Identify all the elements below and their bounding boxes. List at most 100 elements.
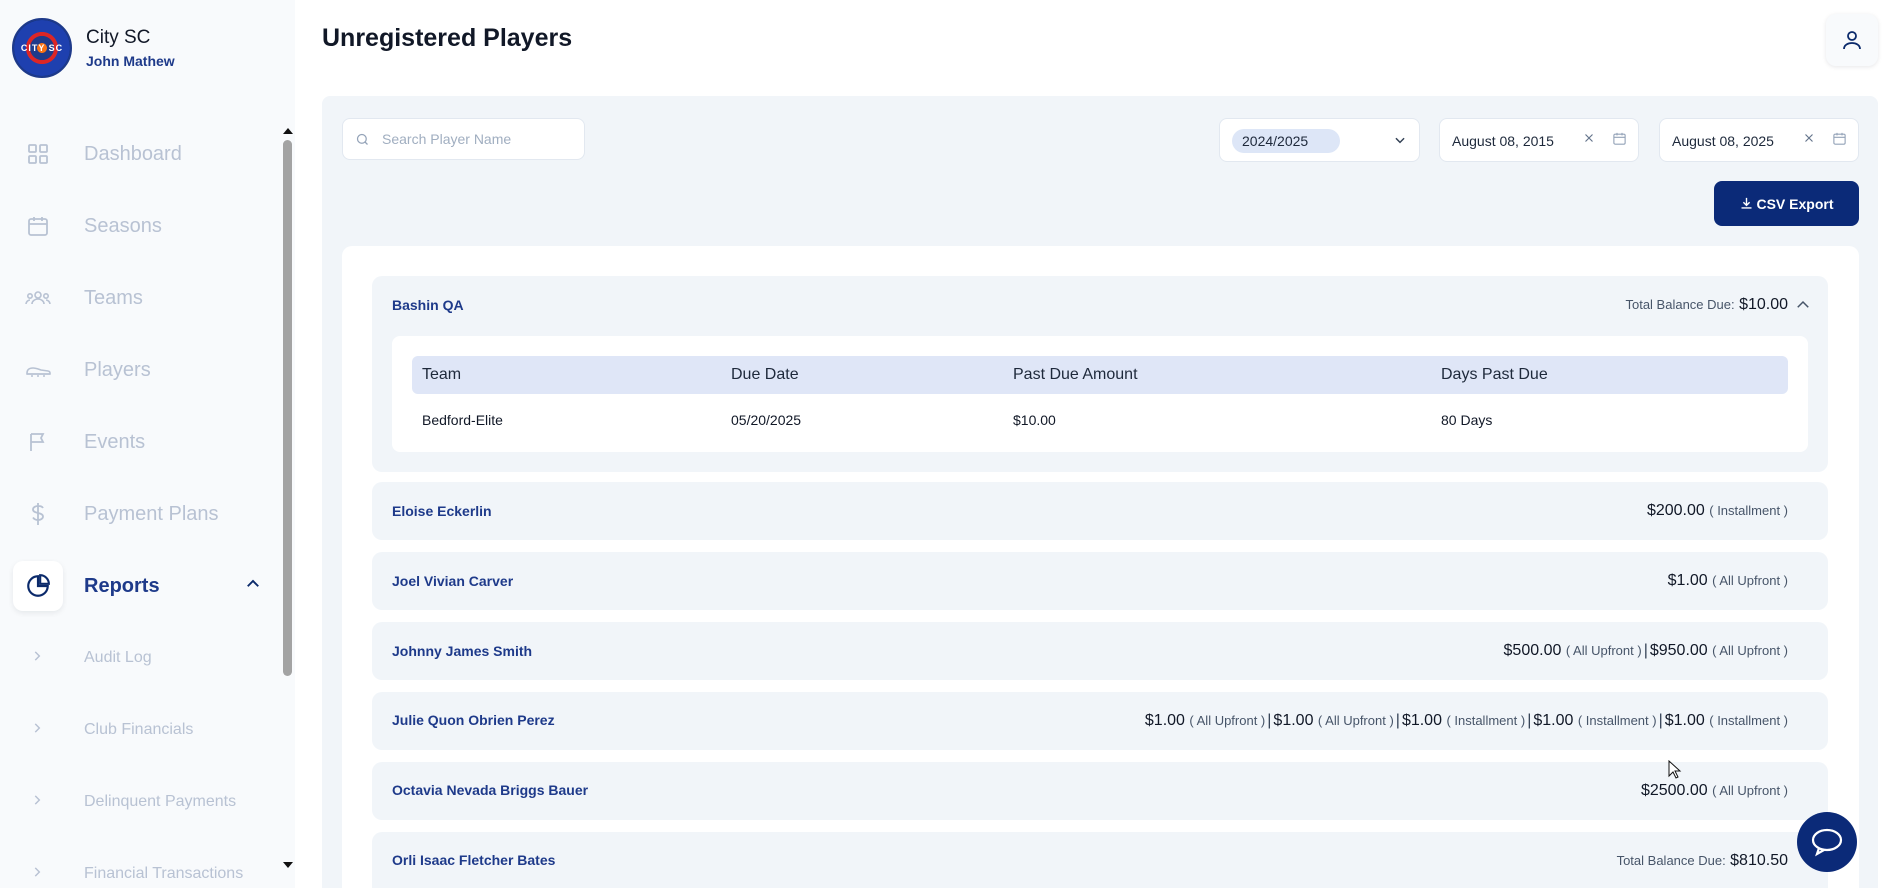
amount-value: $500.00 (1503, 642, 1562, 659)
amount-value: $950.00 (1649, 642, 1708, 659)
amount-summary: $1.00 ( All Upfront ) (1668, 572, 1788, 590)
player-name[interactable]: Bashin QA (392, 297, 464, 313)
cell-days-past-due: 80 Days (1441, 412, 1493, 428)
list-item[interactable]: Octavia Nevada Briggs Bauer $2500.00 ( A… (372, 762, 1828, 820)
balance-summary: Total Balance Due: $10.00 (1625, 296, 1788, 314)
player-name[interactable]: Orli Isaac Fletcher Bates (392, 852, 555, 868)
club-header[interactable]: CITY SC City SC John Mathew (12, 18, 175, 78)
sidebar-item-label: Seasons (84, 214, 162, 237)
season-chip: 2024/2025 (1232, 129, 1340, 153)
sidebar-subitem-delinquent-payments[interactable]: Delinquent Payments (0, 766, 280, 838)
amount-type: ( All Upfront ) (1189, 713, 1266, 728)
list-item[interactable]: Bashin QA Total Balance Due: $10.00 Team… (372, 276, 1828, 472)
teams-icon (24, 284, 52, 312)
sidebar-item-payment-plans[interactable]: Payment Plans (0, 478, 280, 550)
search-input[interactable] (382, 131, 572, 147)
list-item[interactable]: Johnny James Smith $500.00 ( All Upfront… (372, 622, 1828, 680)
sidebar-subitem-financial-transactions[interactable]: Financial Transactions (0, 838, 280, 888)
amount-type: ( All Upfront ) (1712, 573, 1788, 588)
list-item[interactable]: Joel Vivian Carver $1.00 ( All Upfront ) (372, 552, 1828, 610)
csv-export-button[interactable]: CSV Export (1714, 181, 1859, 226)
sidebar-scrollbar[interactable] (282, 128, 293, 874)
search-icon (355, 132, 370, 147)
download-icon (1739, 196, 1756, 211)
column-header-due-date: Due Date (731, 366, 799, 383)
chevron-right-icon (30, 793, 44, 812)
chevron-right-icon (30, 649, 44, 668)
sidebar-subitem-club-financials[interactable]: Club Financials (0, 694, 280, 766)
total-balance-value: $810.50 (1730, 852, 1788, 869)
date-from-picker[interactable]: August 08, 2015 (1439, 118, 1639, 162)
amount-type: ( Installment ) (1709, 503, 1788, 518)
cell-past-due-amount: $10.00 (1013, 412, 1056, 428)
season-select[interactable]: 2024/2025 (1219, 118, 1420, 162)
club-logo: CITY SC (12, 18, 72, 78)
help-chat-button[interactable] (1797, 812, 1857, 872)
sidebar-item-label: Reports (84, 574, 160, 597)
table-row: Bedford-Elite 05/20/2025 $10.00 80 Days (412, 402, 1788, 438)
amount-type: ( Installment ) (1446, 713, 1526, 728)
amount-type: ( All Upfront ) (1712, 783, 1788, 798)
player-detail-card: Team Due Date Past Due Amount Days Past … (392, 336, 1808, 452)
close-icon[interactable] (1802, 131, 1816, 148)
scroll-thumb[interactable] (283, 140, 292, 676)
flag-icon (24, 428, 52, 456)
player-name[interactable]: Joel Vivian Carver (392, 573, 513, 589)
total-balance-value: $10.00 (1739, 296, 1788, 313)
scroll-down-arrow[interactable] (283, 862, 293, 868)
balance-summary: Total Balance Due: $810.50 (1617, 852, 1788, 870)
mouse-cursor-icon (1668, 759, 1682, 785)
date-to-picker[interactable]: August 08, 2025 (1659, 118, 1859, 162)
amount-value: $1.00 (1533, 712, 1574, 729)
cell-due-date: 05/20/2025 (731, 412, 802, 428)
sidebar-item-events[interactable]: Events (0, 406, 280, 478)
sidebar-item-reports[interactable]: Reports (0, 550, 280, 622)
sidebar-subitem-label: Financial Transactions (84, 865, 244, 882)
sidebar-item-dashboard[interactable]: Dashboard (0, 118, 280, 190)
sidebar-item-label: Dashboard (84, 142, 182, 165)
profile-button[interactable] (1826, 14, 1878, 66)
sidebar-item-label: Players (84, 358, 151, 381)
player-name[interactable]: Julie Quon Obrien Perez (392, 712, 555, 728)
sidebar-item-players[interactable]: Players (0, 334, 280, 406)
amount-summary: $1.00 ( All Upfront ) | $1.00 ( All Upfron… (1144, 712, 1788, 729)
amount-type: ( Installment ) (1577, 713, 1657, 728)
scroll-up-arrow[interactable] (283, 128, 293, 134)
chevron-right-icon (30, 865, 44, 884)
player-name[interactable]: Johnny James Smith (392, 643, 532, 659)
list-item[interactable]: Orli Isaac Fletcher Bates Total Balance … (372, 832, 1828, 888)
sidebar-subitem-audit-log[interactable]: Audit Log (0, 622, 280, 694)
sidebar-subitem-label: Club Financials (84, 721, 194, 738)
amount-type: ( Installment ) (1709, 713, 1788, 728)
sidebar-item-seasons[interactable]: Seasons (0, 190, 280, 262)
pie-chart-icon (13, 561, 63, 611)
close-icon[interactable] (1582, 131, 1596, 148)
sidebar-subitem-label: Delinquent Payments (84, 793, 237, 810)
amount-summary: $500.00 ( All Upfront ) | $950.00 ( All Up… (1503, 642, 1788, 659)
dollar-icon (24, 500, 52, 528)
date-from-value: August 08, 2015 (1452, 133, 1554, 149)
csv-export-label: CSV Export (1756, 195, 1834, 212)
sidebar-item-label: Payment Plans (84, 502, 219, 525)
club-name: City SC (86, 27, 151, 48)
player-name[interactable]: Eloise Eckerlin (392, 503, 492, 519)
calendar-icon[interactable] (1832, 131, 1847, 149)
app-root: CITY SC City SC John Mathew Dashboard Se… (0, 0, 1890, 888)
amount-type: ( All Upfront ) (1317, 713, 1394, 728)
column-header-days-past-due: Days Past Due (1441, 366, 1548, 383)
player-name[interactable]: Octavia Nevada Briggs Bauer (392, 782, 588, 798)
amount-type: ( All Upfront ) (1565, 643, 1642, 658)
amount-value: $1.00 (1667, 572, 1708, 589)
calendar-icon[interactable] (1612, 131, 1627, 149)
search-field[interactable] (342, 118, 585, 160)
sidebar: CITY SC City SC John Mathew Dashboard Se… (0, 0, 295, 888)
list-item[interactable]: Eloise Eckerlin $200.00 ( Installment ) (372, 482, 1828, 540)
user-name: John Mathew (86, 53, 175, 69)
amount-value: $1.00 (1144, 712, 1185, 729)
chevron-up-icon[interactable] (244, 575, 262, 598)
list-item[interactable]: Julie Quon Obrien Perez $1.00 ( All Upfr… (372, 692, 1828, 750)
dashboard-icon (24, 140, 52, 168)
amount-value: $1.00 (1273, 712, 1314, 729)
sidebar-item-teams[interactable]: Teams (0, 262, 280, 334)
chevron-up-icon[interactable] (1794, 296, 1812, 319)
